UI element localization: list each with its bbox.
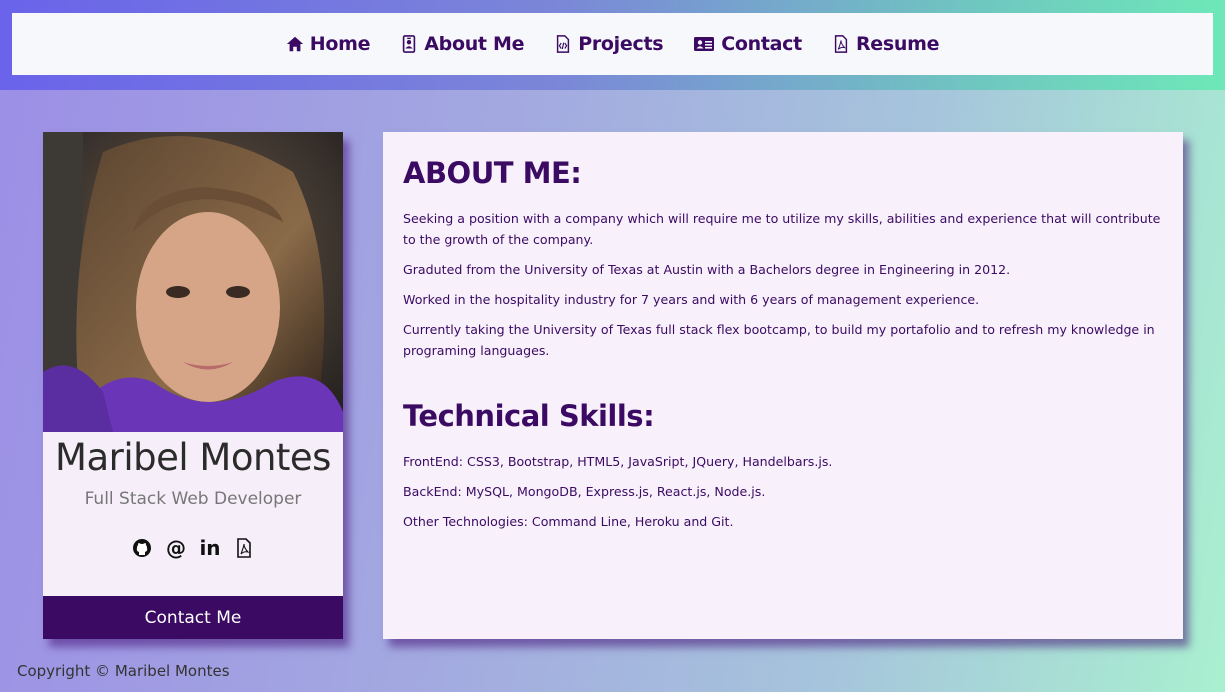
contact-me-button[interactable]: Contact Me [43, 596, 343, 639]
address-card-icon [694, 37, 715, 51]
github-icon[interactable] [131, 537, 153, 559]
pdf-file-icon [834, 35, 848, 53]
nav-contact[interactable]: Contact [693, 33, 802, 55]
nav-projects-label: Projects [578, 33, 664, 55]
pdf-file-icon[interactable] [233, 537, 255, 559]
at-icon[interactable]: @ [165, 536, 187, 560]
about-paragraph: Currently taking the University of Texas… [403, 322, 1155, 358]
profile-role: Full Stack Web Developer [84, 489, 302, 509]
nav-resume-label: Resume [855, 33, 940, 55]
nav-home[interactable]: Home [286, 33, 371, 55]
skill-line: Other Technologies: Command Line, Heroku… [403, 514, 734, 529]
about-paragraph: Seeking a position with a company which … [403, 211, 1161, 247]
main-nav: Home About Me Projects Contact Resume [12, 13, 1213, 75]
nav-home-label: Home [309, 33, 371, 55]
about-paragraph: Worked in the hospitality industry for 7… [403, 292, 980, 307]
linkedin-icon[interactable]: in [199, 536, 221, 560]
skill-line: FrontEnd: CSS3, Bootstrap, HTML5, JavaSr… [403, 454, 833, 469]
header-bar: Home About Me Projects Contact Resume [0, 0, 1225, 90]
nav-contact-label: Contact [721, 33, 802, 55]
profile-photo [43, 132, 343, 432]
copyright-footer: Copyright © Maribel Montes [17, 662, 230, 680]
about-card: ABOUT ME: Seeking a position with a comp… [383, 132, 1183, 639]
nav-projects[interactable]: Projects [554, 33, 664, 55]
about-paragraph: Graduted from the University of Texas at… [403, 262, 1011, 277]
id-badge-icon [403, 35, 416, 53]
home-icon [286, 36, 303, 52]
nav-resume[interactable]: Resume [832, 33, 939, 55]
social-links: @ in [43, 536, 343, 560]
about-title: ABOUT ME: [403, 156, 582, 190]
skill-line: BackEnd: MySQL, MongoDB, Express.js, Rea… [403, 484, 766, 499]
nav-about[interactable]: About Me [400, 33, 525, 55]
profile-name: Maribel Montes [55, 436, 331, 479]
code-file-icon [557, 35, 570, 53]
nav-about-label: About Me [424, 33, 525, 55]
profile-card: Maribel Montes Full Stack Web Developer … [43, 132, 343, 639]
skills-title: Technical Skills: [403, 399, 655, 433]
